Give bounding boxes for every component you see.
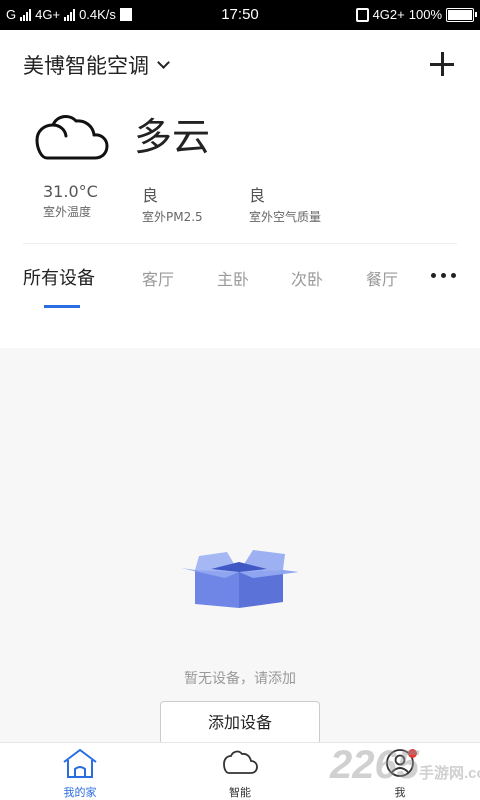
add-icon[interactable] [430,52,454,76]
battery-label: 100% [408,7,442,22]
chevron-down-icon [157,56,170,69]
tab-second-bedroom[interactable]: 次卧 [291,266,323,290]
home-name: 美博智能空调 [23,54,149,78]
tab-indicator [44,305,80,308]
watermark-domain: .com [464,765,480,782]
stat-value: 良 [142,186,159,205]
add-device-button[interactable]: 添加设备 [160,701,320,745]
network2-label: 4G2+ [372,7,405,22]
watermark-text: 手游网 [418,765,464,782]
stat-pm25: 良 室外PM2.5 [142,182,203,225]
nav-label: 智能 [229,786,251,799]
stat-label: 室外空气质量 [249,210,322,224]
tab-all-devices[interactable]: 所有设备 [23,264,95,290]
nav-my-home[interactable]: 我的家 [40,747,120,800]
tab-living-room[interactable]: 客厅 [142,266,174,290]
status-bar: G 4G+ 0.4K/s 17:50 4G2+ 100% [0,0,480,30]
empty-box-icon [181,550,299,608]
more-icon[interactable] [431,273,456,278]
tab-dining-room[interactable]: 餐厅 [366,266,398,290]
stat-label: 室外PM2.5 [142,210,203,224]
home-icon [63,748,97,778]
room-tabs: 所有设备 客厅 主卧 次卧 餐厅 [0,262,480,302]
divider [23,243,457,244]
battery-icon [446,7,477,22]
tab-master-bedroom[interactable]: 主卧 [217,266,249,290]
empty-message: 暂无设备，请添加 [184,671,296,687]
nav-label: 我的家 [63,786,97,799]
watermark-number: 2265 [330,743,419,787]
stat-temperature: 31.0°C 室外温度 [43,182,98,220]
watermark: 2265手游网.com [330,743,480,788]
home-selector[interactable]: 美博智能空调 [23,50,170,80]
stat-air-quality: 良 室外空气质量 [249,182,321,225]
home-header: 美博智能空调 多云 31.0°C 室外温度 良 室外PM2.5 良 室外空气质量… [0,30,480,348]
battery-fill [448,9,472,20]
cloud-icon [35,115,109,160]
stat-label: 室外温度 [43,205,92,219]
stat-value: 31.0°C [43,182,98,201]
stat-value: 良 [249,186,266,205]
cloud-icon [223,750,258,774]
vibrate-icon [355,7,369,22]
status-right: 4G2+ 100% [355,7,477,22]
weather-condition: 多云 [134,115,211,159]
nav-smart[interactable]: 智能 [200,747,280,800]
